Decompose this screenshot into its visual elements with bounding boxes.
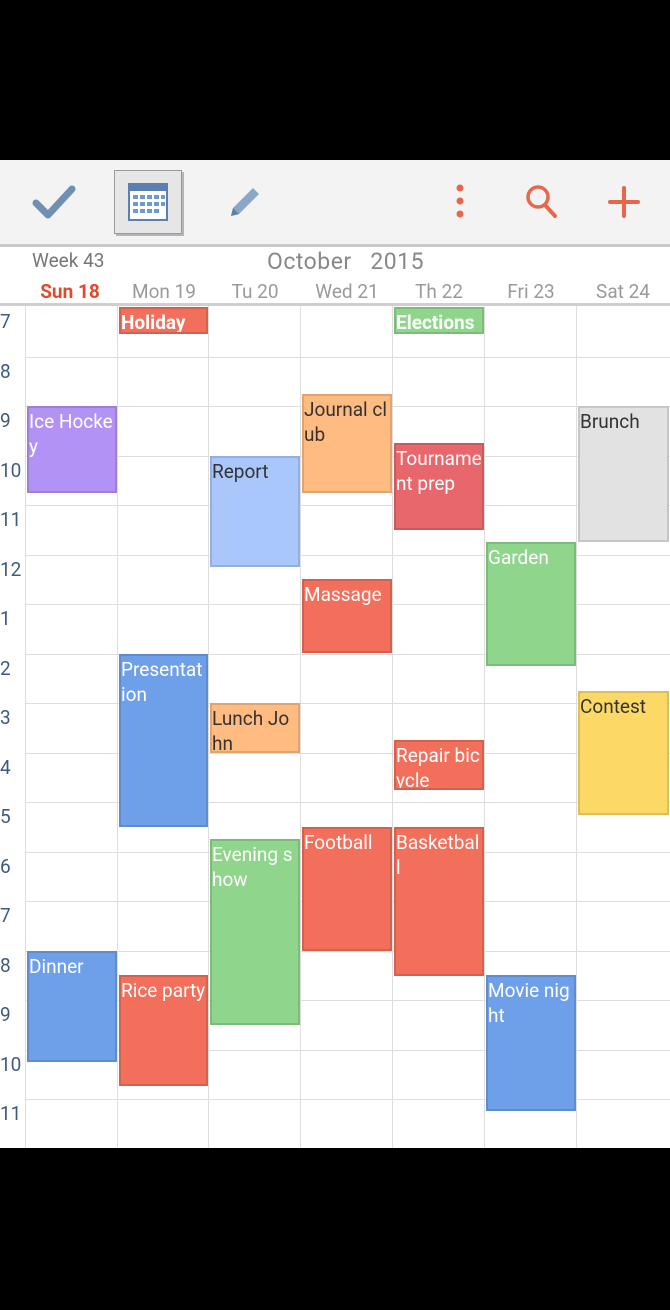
month-year-title[interactable]: October 2015 (267, 248, 424, 275)
calendar-grid-icon (128, 183, 168, 221)
event-title: Tournament prep (396, 447, 482, 495)
event-title: Lunch John (212, 707, 290, 753)
toolbar (0, 160, 670, 247)
event-title: Evening show (212, 843, 293, 891)
day-header-1[interactable]: Mon 19 (118, 280, 210, 303)
event-repair-bicycle[interactable]: Repair bicycle (394, 740, 484, 790)
hour-label: 9 (0, 1003, 11, 1026)
event-tournament-prep[interactable]: Tournament prep (394, 443, 484, 530)
hour-label: 10 (0, 459, 22, 482)
search-icon (526, 185, 557, 218)
day-column-divider (117, 306, 118, 1148)
event-movie-night[interactable]: Movie night (486, 975, 576, 1111)
hour-gridline (26, 357, 670, 358)
hour-label: 11 (0, 508, 22, 531)
event-title: Holiday (121, 311, 186, 334)
hour-gridline (26, 951, 670, 952)
calendar-view-button[interactable] (114, 170, 182, 234)
search-button[interactable] (502, 160, 582, 244)
pencil-icon (231, 188, 259, 216)
hour-label: 3 (0, 706, 11, 729)
hour-label: 6 (0, 855, 11, 878)
hour-label: 12 (0, 558, 22, 581)
event-basketball[interactable]: Basketball (394, 827, 484, 976)
event-title: Rice party (121, 979, 206, 1002)
event-football[interactable]: Football (302, 827, 392, 951)
event-ice-hockey[interactable]: Ice Hockey (27, 406, 117, 493)
hour-label: 7 (0, 904, 11, 927)
event-title: Journal club (304, 398, 387, 446)
hour-label: 2 (0, 657, 11, 680)
overflow-menu-button[interactable] (420, 160, 500, 244)
event-lunch-john[interactable]: Lunch John (210, 703, 300, 753)
week-number: Week 43 (32, 249, 105, 272)
day-header-4[interactable]: Th 22 (393, 280, 485, 303)
event-title: Basketball (396, 831, 480, 879)
hour-label: 10 (0, 1053, 22, 1076)
day-header-3[interactable]: Wed 21 (301, 280, 393, 303)
event-title: Report (212, 460, 269, 483)
event-report[interactable]: Report (210, 456, 300, 567)
hour-label: 9 (0, 409, 11, 432)
event-brunch[interactable]: Brunch (578, 406, 669, 542)
event-elections[interactable]: Elections (394, 307, 484, 334)
day-header-2[interactable]: Tu 20 (209, 280, 301, 303)
event-title: Movie night (488, 979, 570, 1027)
edit-button[interactable] (205, 160, 285, 244)
hour-gridline (26, 505, 670, 506)
hour-label: 8 (0, 954, 11, 977)
day-column-divider (392, 306, 393, 1148)
month-label: October (267, 248, 352, 275)
event-title: Contest (580, 695, 647, 718)
day-column-divider (208, 306, 209, 1148)
event-title: Dinner (29, 955, 84, 978)
event-title: Ice Hockey (29, 410, 113, 458)
event-rice-party[interactable]: Rice party (119, 975, 208, 1086)
event-title: Brunch (580, 410, 640, 433)
event-presentation[interactable]: Presentation (119, 654, 208, 827)
hour-label: 7 (0, 310, 11, 333)
year-label: 2015 (370, 248, 425, 275)
day-column-divider (576, 306, 577, 1148)
plus-icon (608, 186, 640, 218)
day-header-0[interactable]: Sun 18 (24, 280, 116, 303)
day-column-divider (25, 306, 26, 1148)
event-evening-show[interactable]: Evening show (210, 839, 300, 1025)
event-massage[interactable]: Massage (302, 579, 392, 653)
add-event-button[interactable] (584, 160, 664, 244)
event-title: Football (304, 831, 373, 854)
day-header-6[interactable]: Sat 24 (577, 280, 669, 303)
event-title: Presentation (121, 658, 203, 706)
hour-label: 1 (0, 607, 11, 630)
day-column-divider (484, 306, 485, 1148)
event-title: Repair bicycle (396, 744, 480, 790)
header-divider (0, 303, 670, 306)
event-title: Elections (396, 311, 475, 334)
event-holiday[interactable]: Holiday (119, 307, 208, 334)
hour-label: 11 (0, 1102, 22, 1125)
hour-label: 8 (0, 360, 11, 383)
week-calendar-app: Week 43 October 2015 Sun 18 Mon 19 Tu 20 We… (0, 160, 670, 1148)
event-title: Garden (488, 546, 549, 569)
event-dinner[interactable]: Dinner (27, 951, 117, 1062)
vertical-dots-icon (456, 184, 464, 218)
event-garden[interactable]: Garden (486, 542, 576, 666)
hour-label: 5 (0, 805, 11, 828)
hour-label: 4 (0, 756, 11, 779)
day-header-5[interactable]: Fri 23 (485, 280, 577, 303)
event-title: Massage (304, 583, 382, 606)
tasks-button[interactable] (14, 160, 94, 244)
event-journal-club[interactable]: Journal club (302, 394, 392, 493)
checkmark-icon (32, 185, 76, 219)
event-contest[interactable]: Contest (578, 691, 669, 815)
day-column-divider (300, 306, 301, 1148)
